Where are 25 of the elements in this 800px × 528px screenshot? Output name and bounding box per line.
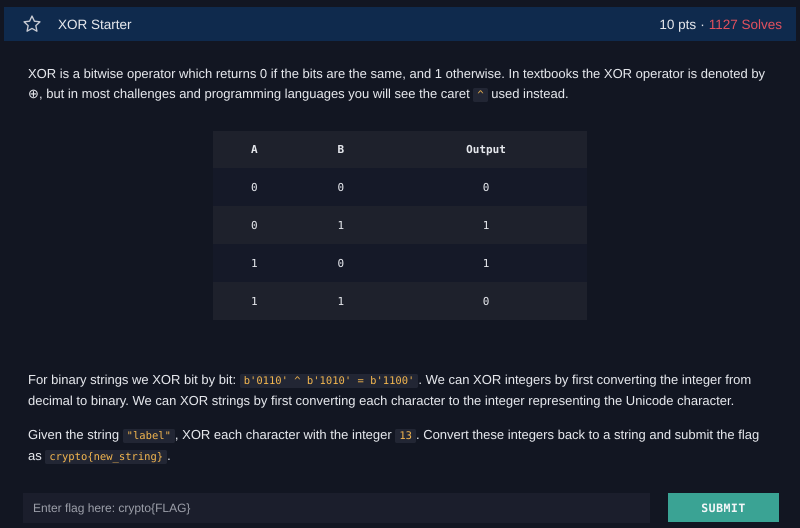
description-paragraph: For binary strings we XOR bit by bit: b'0110' ^ b'1010' = b'1100' . We can XOR integers by first converting the integer from decimal to binary. We can XOR strings by first converting each character to the integer representing the Unicode character. (27, 371, 752, 410)
column-header: Output (386, 131, 587, 168)
column-header: A (213, 131, 300, 168)
column-header: B (300, 131, 386, 168)
challenge-title: XOR Starter (58, 16, 132, 32)
description-paragraph: XOR is a bitwise operator which returns 0 if the bits are the same, and 1 otherwise. In textbooks the XOR operator is denoted by ⊕, but in most challenges and programming languages you will see the caret ^ used instead. (27, 65, 766, 104)
description-paragraph: Given the string "label" , XOR each character with the integer 13 . Convert these integers back to a string and submit the flag as crypto{new_string} . (27, 426, 760, 466)
flag-input-field[interactable]: Enter flag here: crypto{FLAG} (23, 493, 650, 523)
points-label: 10 pts (659, 16, 696, 32)
table-cell: 1 (213, 282, 300, 320)
table-cell: 0 (300, 168, 386, 206)
submit-button[interactable]: SUBMIT (668, 493, 779, 522)
star-icon[interactable] (22, 14, 42, 34)
table-cell: 0 (213, 206, 300, 244)
separator-dot: · (700, 16, 705, 32)
table-cell: 0 (386, 168, 587, 206)
table-cell: 0 (386, 282, 587, 320)
table-cell: 0 (213, 168, 300, 206)
table-cell: 1 (300, 206, 386, 244)
table-cell: 0 (300, 244, 386, 282)
table-cell: 1 (386, 244, 587, 282)
solves-count: 1127 Solves (708, 16, 782, 32)
table-cell: 1 (300, 282, 386, 320)
table-cell: 1 (386, 206, 587, 244)
table-cell: 1 (213, 244, 300, 282)
